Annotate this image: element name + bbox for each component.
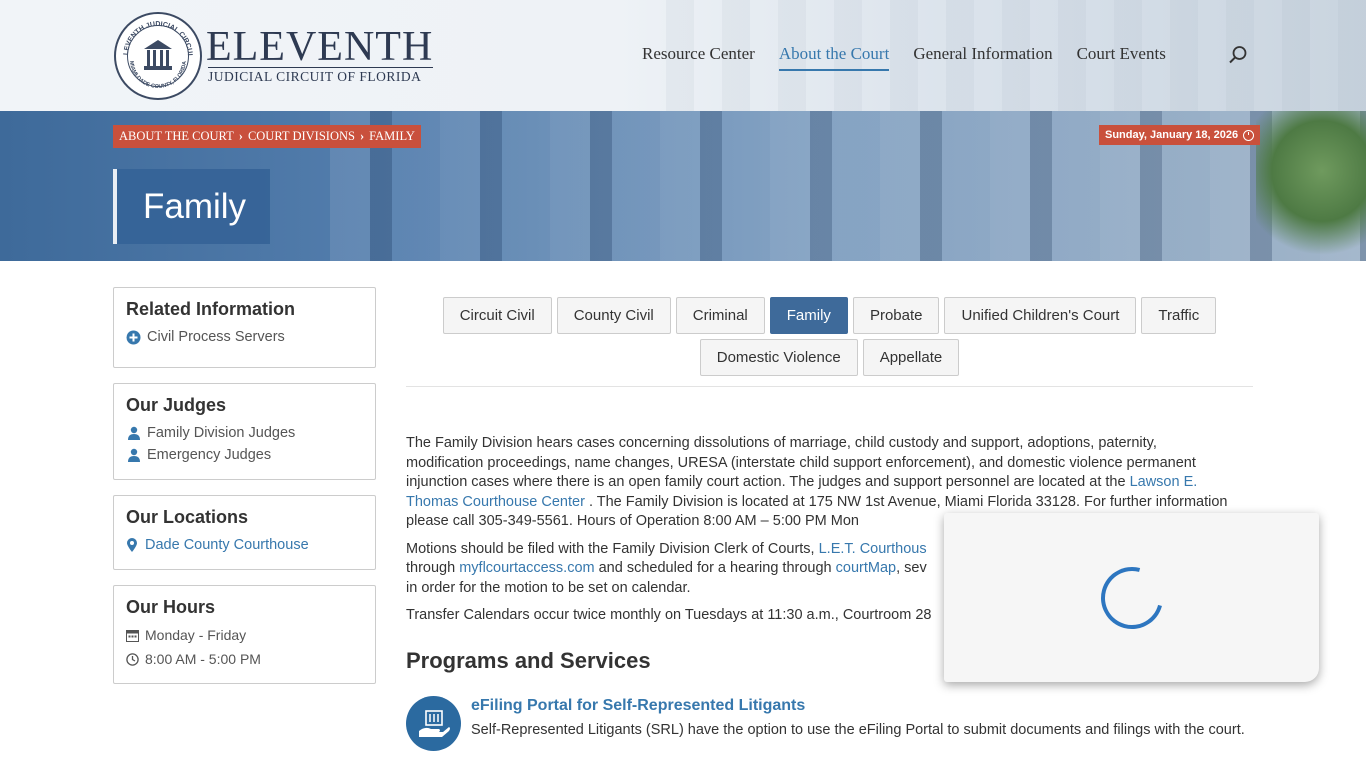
svg-text:ELEVENTH JUDICIAL CIRCUIT: ELEVENTH JUDICIAL CIRCUIT [116,14,193,56]
tab-criminal[interactable]: Criminal [675,297,765,334]
nav-general-information[interactable]: General Information [913,44,1052,71]
logo-subtitle: JUDICIAL CIRCUIT OF FLORIDA [208,67,434,85]
date-badge: Sunday, January 18, 2026 [1099,125,1261,145]
hero-banner: ABOUT THE COURT › COURT DIVISIONS › FAMI… [0,111,1366,261]
logo-title: ELEVENTH [206,24,434,70]
location-item-dade-county[interactable]: Dade County Courthouse [126,534,363,556]
related-item-label: Civil Process Servers [147,329,285,345]
loading-overlay [944,513,1319,682]
current-date: Sunday, January 18, 2026 [1105,129,1239,141]
programs-heading: Programs and Services [406,648,651,673]
loading-spinner-icon [1089,555,1174,640]
calendar-icon [126,629,139,642]
page-title-box: Family [113,169,270,244]
tab-unified-childrens-court[interactable]: Unified Children's Court [944,297,1137,334]
program-title-link[interactable]: eFiling Portal for Self-Represented Liti… [471,697,1245,715]
hours-time-label: 8:00 AM - 5:00 PM [145,651,261,667]
our-hours-box: Our Hours Monday - Friday 8:00 AM - 5:00… [113,585,376,684]
page-title: Family [143,186,247,226]
svg-text:MIAMI-DADE COUNTY, FLORIDA: MIAMI-DADE COUNTY, FLORIDA [128,61,188,90]
judges-item-emergency[interactable]: Emergency Judges [126,444,363,466]
breadcrumb-family[interactable]: FAMILY [369,129,415,144]
our-judges-heading: Our Judges [126,395,227,415]
tab-traffic[interactable]: Traffic [1141,297,1217,334]
site-logo[interactable]: ELEVENTH JUDICIAL CIRCUIT MIAMI-DADE COU… [114,12,434,100]
myflcourtaccess-link[interactable]: myflcourtaccess.com [459,560,594,576]
related-information-heading: Related Information [126,299,296,319]
chevron-right-icon: › [359,129,365,143]
tab-circuit-civil[interactable]: Circuit Civil [442,297,552,334]
breadcrumb-court-divisions[interactable]: COURT DIVISIONS [248,129,355,144]
tab-county-civil[interactable]: County Civil [556,297,671,334]
location-link[interactable]: Dade County Courthouse [145,537,309,553]
chevron-right-icon: › [238,129,243,143]
courtmap-link[interactable]: courtMap [836,560,896,576]
our-judges-box: Our Judges Family Division Judges Emerge… [113,383,376,480]
tab-family[interactable]: Family [769,297,848,334]
our-hours-heading: Our Hours [126,597,216,617]
seal-text-bottom: MIAMI-DADE COUNTY, FLORIDA [128,61,188,90]
judges-item-family-division[interactable]: Family Division Judges [126,422,363,444]
court-seal-icon: ELEVENTH JUDICIAL CIRCUIT MIAMI-DADE COU… [114,12,202,100]
tabs-divider [406,386,1253,387]
efiling-icon[interactable] [406,696,461,751]
tab-appellate[interactable]: Appellate [862,339,960,376]
main-nav: Resource Center About the Court General … [642,44,1190,71]
seal-text-top: ELEVENTH JUDICIAL CIRCUIT [116,14,193,56]
our-locations-box: Our Locations Dade County Courthouse [113,495,376,570]
nav-court-events[interactable]: Court Events [1077,44,1166,71]
tab-domestic-violence[interactable]: Domestic Violence [699,339,858,376]
clock-icon [1243,129,1255,141]
plus-circle-icon [126,330,141,345]
related-item-civil-process-servers[interactable]: Civil Process Servers [126,326,363,348]
judges-item-label: Emergency Judges [147,447,272,463]
related-information-box: Related Information Civil Process Server… [113,287,376,368]
breadcrumb: ABOUT THE COURT › COURT DIVISIONS › FAMI… [113,125,421,148]
nav-about-the-court[interactable]: About the Court [778,44,890,71]
program-item: eFiling Portal for Self-Represented Liti… [406,696,1246,751]
user-icon [126,448,141,462]
tab-probate[interactable]: Probate [852,297,940,334]
division-tabs: Circuit Civil County Civil Criminal Fami… [406,297,1253,381]
tree-backdrop [1256,111,1366,261]
clock-icon [126,652,139,666]
hours-days: Monday - Friday [126,624,363,646]
user-icon [126,426,141,440]
map-marker-icon [126,538,137,552]
let-courthouse-link[interactable]: L.E.T. Courthous [819,541,927,557]
hours-time: 8:00 AM - 5:00 PM [126,648,363,670]
search-icon[interactable] [1228,45,1248,65]
our-locations-heading: Our Locations [126,507,249,527]
breadcrumb-about-the-court[interactable]: ABOUT THE COURT [119,129,234,144]
site-header: ELEVENTH JUDICIAL CIRCUIT MIAMI-DADE COU… [0,0,1366,111]
nav-resource-center[interactable]: Resource Center [642,44,755,71]
program-description: Self-Represented Litigants (SRL) have th… [471,722,1245,738]
hours-days-label: Monday - Friday [145,627,247,643]
judges-item-label: Family Division Judges [147,425,296,441]
